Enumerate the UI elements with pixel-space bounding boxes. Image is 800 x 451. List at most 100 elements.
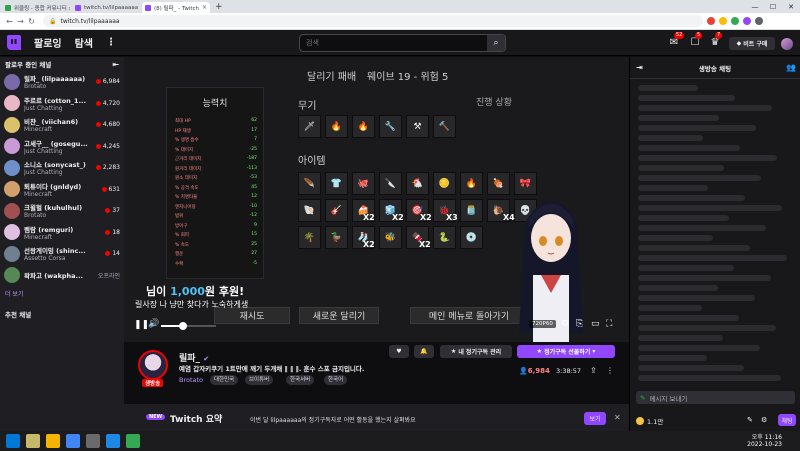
weapon-slot[interactable]: 🗡: [298, 115, 321, 138]
volume-slider[interactable]: [161, 322, 216, 330]
share-icon[interactable]: ⇪: [590, 366, 597, 375]
sidebar-channel[interactable]: 선왕게이밍 (shinc... Assetto Corsa 14: [0, 243, 124, 265]
show-more-link[interactable]: 더 보기: [0, 286, 124, 301]
browser-tab[interactable]: twitch.tv/lilpaaaaaa ×: [72, 2, 140, 13]
sidebar-channel[interactable]: 소니쇼 (sonycast_) Just Chatting 2,283: [0, 157, 124, 179]
sidebar-channel[interactable]: 퇴튜이다 (gnldyd) Minecraft 631: [0, 179, 124, 201]
fullscreen-icon[interactable]: ⛶: [606, 319, 612, 329]
item-slot[interactable]: 🐔: [406, 172, 429, 195]
theatre-mode-icon[interactable]: ▭: [591, 319, 600, 329]
sidebar-channel[interactable]: 비챤_ (viichan6) Minecraft 4,680: [0, 114, 124, 136]
tag-pill[interactable]: 한국어: [324, 375, 348, 385]
sidebar-channel[interactable]: 왁파고 (wakpha... 오프라인: [0, 265, 124, 287]
taskbar-app-icon[interactable]: [86, 434, 100, 448]
search-input[interactable]: [300, 35, 487, 51]
search-button[interactable]: ⌕: [487, 35, 505, 51]
clip-icon[interactable]: ⎘: [576, 319, 583, 329]
streamer-avatar[interactable]: [138, 350, 168, 380]
taskbar-app-icon[interactable]: [46, 434, 60, 448]
recap-view-button[interactable]: 보기: [584, 412, 606, 425]
mod-icon[interactable]: ✎: [747, 416, 753, 424]
item-slot[interactable]: 💿: [460, 226, 483, 249]
tag-pill[interactable]: 대한민국: [210, 375, 239, 385]
game-link[interactable]: Brotato: [179, 376, 203, 384]
maximize-button[interactable]: ☐: [764, 0, 782, 13]
tag-pill[interactable]: 브이튜버: [245, 375, 274, 385]
extension-icon[interactable]: [719, 17, 727, 25]
item-slot[interactable]: 🫙: [460, 199, 483, 222]
item-slot[interactable]: 🔥: [460, 172, 483, 195]
extension-icon[interactable]: [707, 17, 715, 25]
item-slot[interactable]: 🎸: [325, 199, 348, 222]
volume-icon[interactable]: 🔊: [148, 319, 159, 329]
taskbar-app-icon[interactable]: [126, 434, 140, 448]
close-window-button[interactable]: ✕: [782, 0, 800, 13]
collapse-sidebar-icon[interactable]: ⇤: [112, 60, 119, 69]
buy-bits-button[interactable]: ◆ 비트 구매: [729, 37, 775, 50]
gear-icon[interactable]: ⚙: [561, 319, 569, 329]
twitch-logo-icon[interactable]: [7, 35, 21, 50]
minimize-button[interactable]: —: [746, 0, 764, 13]
notification-bell-button[interactable]: 🔔: [414, 345, 434, 358]
sidebar-channel[interactable]: 크윌헐 (kuhulhul) Brotato 37: [0, 200, 124, 222]
sidebar-channel[interactable]: 주르르 (cotton_1... Just Chatting 4,720: [0, 93, 124, 115]
more-options-icon[interactable]: ⋮: [606, 366, 614, 375]
item-slot[interactable]: 👕: [325, 172, 348, 195]
item-slot[interactable]: 🔪: [379, 172, 402, 195]
user-avatar[interactable]: [781, 38, 793, 50]
weapon-slot[interactable]: 🔥: [325, 115, 348, 138]
weapon-slot[interactable]: ⚒: [406, 115, 429, 138]
extension-icon[interactable]: [731, 17, 739, 25]
new-tab-button[interactable]: +: [215, 2, 223, 13]
weapon-slot[interactable]: 🔧: [379, 115, 402, 138]
tag-pill[interactable]: 한국서버: [286, 375, 315, 385]
channel-points[interactable]: 1.1만: [636, 416, 663, 426]
taskbar-app-icon[interactable]: [66, 434, 80, 448]
weapon-slot[interactable]: 🔨: [433, 115, 456, 138]
manage-subscription-button[interactable]: ★ 내 정기구독 관리: [440, 345, 512, 358]
prime-loot-icon[interactable]: ♛ 7: [708, 32, 723, 50]
taskbar-app-icon[interactable]: [26, 434, 40, 448]
follow-heart-button[interactable]: ♥: [389, 345, 409, 358]
profile-icon[interactable]: [755, 17, 763, 25]
item-slot[interactable]: 🦆: [325, 226, 348, 249]
collapse-chat-icon[interactable]: ⇥: [636, 63, 643, 72]
inbox-icon[interactable]: ✉ 52: [667, 32, 685, 50]
item-slot[interactable]: 🐙: [352, 172, 375, 195]
nav-following[interactable]: 팔로잉: [34, 35, 62, 50]
chat-send-button[interactable]: 채팅: [778, 414, 796, 426]
gift-subscription-button[interactable]: ★ 정기구독 선물하기 ▾: [517, 345, 615, 358]
sidebar-channel[interactable]: 릴파_ (lilpaaaaaa) Brotato 6,984: [0, 71, 124, 93]
item-slot[interactable]: 🍖: [487, 172, 510, 195]
item-slot[interactable]: 🐍: [433, 226, 456, 249]
reload-icon[interactable]: ↻: [26, 17, 37, 26]
video-player[interactable]: 달리기 패배 웨이브 19 - 위험 5 진행 상황 능력치 최대 HP 62 HP…: [124, 57, 629, 342]
tab-close-icon[interactable]: ×: [202, 4, 207, 11]
new-run-button[interactable]: 새로운 달리기: [299, 307, 379, 324]
browser-tab-active[interactable]: (8) 릴파_ - Twitch ×: [142, 2, 210, 13]
sidebar-channel[interactable]: 렘람 (remguri) Minecraft 18: [0, 222, 124, 244]
chat-input[interactable]: ✎ 메시지 보내기: [636, 391, 795, 404]
extension-icon[interactable]: [743, 17, 751, 25]
taskbar-app-icon[interactable]: [106, 434, 120, 448]
weapon-slot[interactable]: 🔥: [352, 115, 375, 138]
forward-icon[interactable]: →: [15, 17, 26, 26]
sidebar-channel[interactable]: 고세구__ (gosegu... Just Chatting 4,245: [0, 136, 124, 158]
address-bar[interactable]: 🔒 twitch.tv/lilpaaaaaa: [43, 15, 703, 27]
nav-more-icon[interactable]: ⋮: [106, 37, 116, 48]
item-slot[interactable]: 🐝: [379, 226, 402, 249]
nav-browse[interactable]: 탐색: [75, 35, 93, 50]
system-clock[interactable]: 오후 11:16 2022-10-23: [747, 434, 782, 448]
close-icon[interactable]: ✕: [614, 413, 621, 422]
pause-button[interactable]: ❚❚: [134, 320, 149, 330]
users-icon[interactable]: 👥: [786, 63, 796, 72]
item-slot[interactable]: 🐚: [298, 199, 321, 222]
back-icon[interactable]: ←: [4, 17, 15, 26]
start-icon[interactable]: [6, 434, 20, 448]
item-slot[interactable]: 🪙: [433, 172, 456, 195]
item-slot[interactable]: 🪶: [298, 172, 321, 195]
browser-tab[interactable]: 위클링 - 종합 커뮤니티 스포티파이 ×: [2, 2, 70, 13]
gear-icon[interactable]: ⚙: [761, 416, 767, 424]
volume-knob[interactable]: [179, 322, 187, 330]
item-slot[interactable]: 🌴: [298, 226, 321, 249]
